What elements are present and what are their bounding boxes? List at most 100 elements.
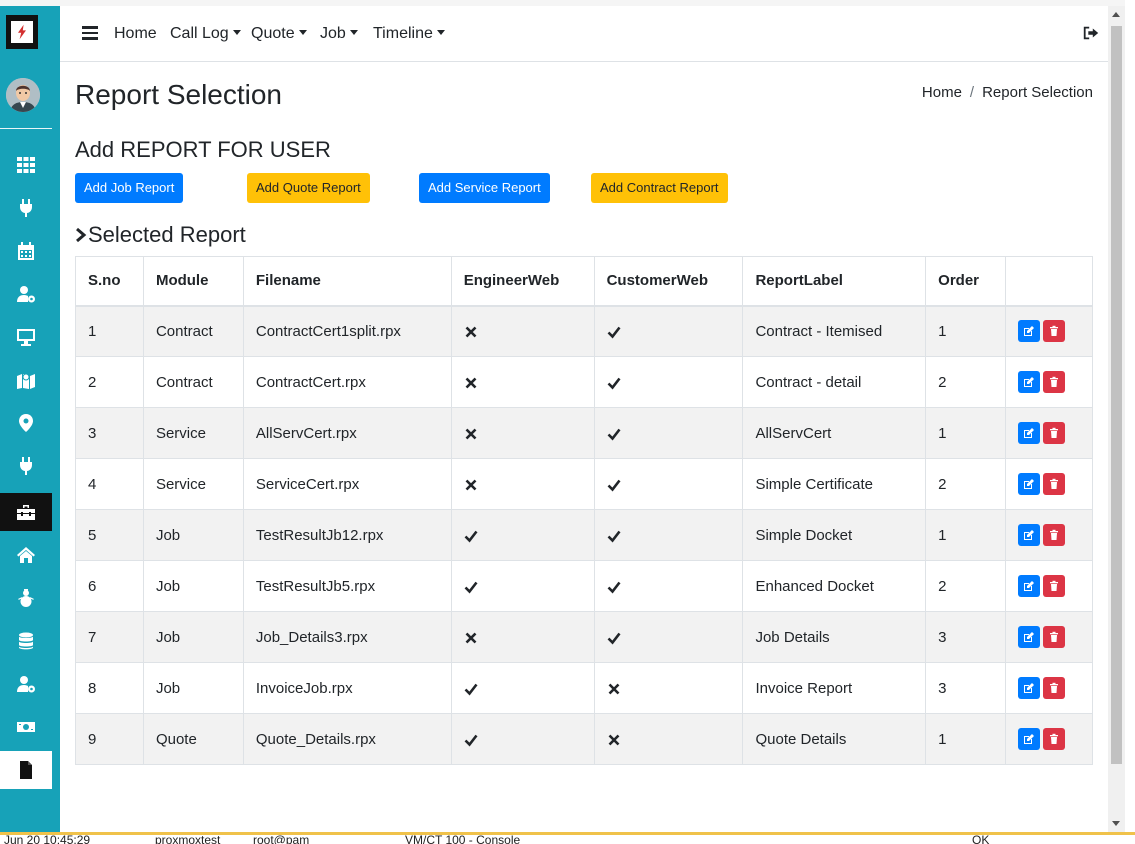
delete-button[interactable] [1043, 320, 1066, 343]
sidebar-item-plug[interactable] [0, 189, 52, 227]
sidebar-item-database[interactable] [0, 622, 52, 660]
sidebar-item-user-settings-2[interactable] [0, 665, 52, 703]
snowman-icon [18, 589, 34, 607]
cell-engineer-web [450, 407, 595, 459]
cell-report-label: Contract - Itemised [742, 305, 927, 357]
cell-engineer-web [450, 356, 595, 408]
cell-report-label: Quote Details [742, 713, 927, 765]
sidebar-item-dashboard[interactable] [0, 146, 52, 184]
add-job-report-button[interactable]: Add Job Report [75, 173, 184, 203]
edit-button[interactable] [1018, 728, 1041, 750]
cell-sno: 6 [75, 560, 144, 612]
cell-sno: 9 [75, 713, 144, 765]
edit-icon [1024, 734, 1035, 744]
scrollbar-thumb[interactable] [1111, 26, 1122, 764]
caret-down-icon [349, 30, 358, 35]
edit-button[interactable] [1018, 575, 1041, 597]
sidebar-item-toolbox[interactable] [0, 493, 52, 531]
cell-actions [1005, 407, 1093, 459]
cell-customer-web [593, 560, 744, 612]
delete-button[interactable] [1043, 371, 1066, 393]
edit-icon [1024, 326, 1035, 337]
scroll-down-arrow-icon[interactable] [1112, 821, 1120, 826]
sidebar-item-calendar[interactable] [0, 232, 52, 270]
edit-button[interactable] [1018, 320, 1041, 343]
sidebar-item-money[interactable] [0, 708, 52, 746]
cross-icon [465, 377, 477, 388]
cell-report-label: Simple Certificate [742, 458, 927, 510]
nav-quote[interactable]: Quote [251, 24, 307, 44]
delete-button[interactable] [1043, 473, 1066, 495]
table-row: 9 Quote Quote_Details.rpx Quote Details 1 [75, 713, 1093, 765]
nav-call-log[interactable]: Call Log [170, 24, 241, 44]
delete-button[interactable] [1043, 677, 1066, 699]
edit-button[interactable] [1018, 626, 1041, 648]
check-icon [464, 530, 478, 542]
cell-engineer-web [450, 611, 595, 663]
sidebar-item-reports[interactable] [0, 751, 52, 789]
sidebar-item-snowman[interactable] [0, 579, 52, 617]
cell-sno: 1 [75, 305, 144, 357]
top-navbar: Home Call Log Quote Job Timeline [60, 6, 1108, 62]
edit-button[interactable] [1018, 473, 1041, 495]
edit-button[interactable] [1018, 371, 1041, 393]
delete-button[interactable] [1043, 524, 1066, 546]
add-service-report-button[interactable]: Add Service Report [419, 173, 550, 203]
sidebar-item-map[interactable] [0, 361, 52, 399]
cell-order: 1 [925, 407, 1007, 459]
nav-timeline[interactable]: Timeline [373, 24, 445, 44]
cell-customer-web [593, 611, 744, 663]
cell-customer-web [593, 713, 744, 765]
sign-out-icon[interactable] [1082, 24, 1100, 42]
cell-report-label: Invoice Report [742, 662, 927, 714]
app-frame: Home Call Log Quote Job Timeline Report … [0, 6, 1108, 832]
sidebar-item-user-settings[interactable] [0, 275, 52, 313]
delete-button[interactable] [1043, 575, 1066, 597]
add-quote-report-button[interactable]: Add Quote Report [247, 173, 370, 203]
table-row: 3 Service AllServCert.rpx AllServCert 1 [75, 407, 1093, 459]
cell-report-label: Contract - detail [742, 356, 927, 408]
nav-home[interactable]: Home [114, 24, 157, 44]
map-icon [17, 373, 35, 389]
breadcrumb-separator: / [969, 84, 975, 101]
sidebar-item-home[interactable] [0, 536, 52, 574]
chevron-right-icon [76, 227, 87, 243]
cell-actions [1005, 560, 1093, 612]
breadcrumb-home[interactable]: Home [922, 84, 962, 101]
cell-actions [1005, 356, 1093, 408]
table-row: 7 Job Job_Details3.rpx Job Details 3 [75, 611, 1093, 663]
cell-engineer-web [450, 509, 595, 561]
trash-icon [1050, 682, 1059, 693]
column-header: ReportLabel [742, 256, 927, 307]
delete-button[interactable] [1043, 626, 1066, 648]
sidebar-item-location[interactable] [0, 404, 52, 442]
cell-actions [1005, 305, 1093, 357]
brand-logo[interactable] [6, 15, 38, 49]
hamburger-menu-icon[interactable] [82, 26, 98, 40]
cell-filename: Quote_Details.rpx [242, 713, 452, 765]
scroll-up-arrow-icon[interactable] [1112, 12, 1120, 17]
trash-icon [1050, 733, 1059, 744]
cell-sno: 2 [75, 356, 144, 408]
trash-icon [1050, 529, 1059, 540]
cell-customer-web [593, 356, 744, 408]
vertical-scrollbar[interactable] [1108, 6, 1125, 832]
delete-button[interactable] [1043, 728, 1066, 750]
cell-actions [1005, 458, 1093, 510]
edit-button[interactable] [1018, 524, 1041, 546]
sidebar-item-monitor[interactable] [0, 318, 52, 356]
edit-icon [1024, 530, 1035, 540]
cell-filename: ContractCert.rpx [242, 356, 452, 408]
edit-button[interactable] [1018, 422, 1041, 444]
avatar[interactable] [6, 78, 40, 112]
table-row: 6 Job TestResultJb5.rpx Enhanced Docket 2 [75, 560, 1093, 612]
cell-engineer-web [450, 305, 595, 357]
sidebar-item-plug-2[interactable] [0, 447, 52, 485]
check-icon [607, 530, 621, 542]
add-contract-report-button[interactable]: Add Contract Report [591, 173, 728, 203]
nav-job[interactable]: Job [320, 24, 358, 44]
edit-button[interactable] [1018, 677, 1041, 699]
home-icon [17, 547, 35, 563]
cell-module: Service [142, 458, 244, 510]
delete-button[interactable] [1043, 422, 1066, 444]
